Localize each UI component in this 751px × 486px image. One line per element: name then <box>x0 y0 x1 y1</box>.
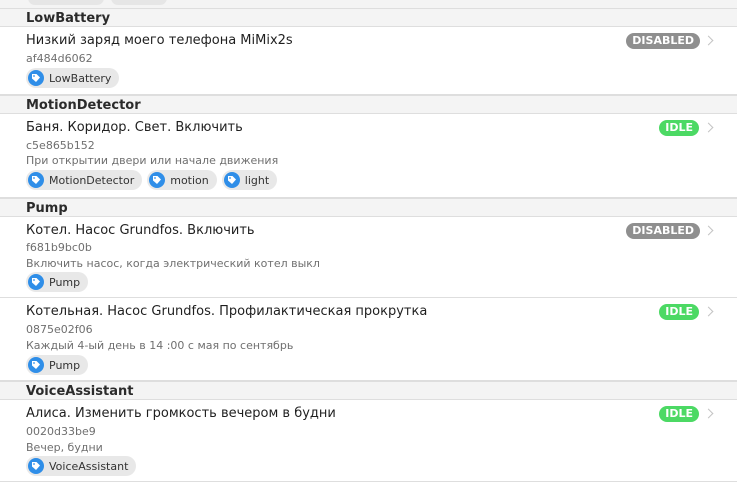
tag-list: LowBattery <box>26 68 120 88</box>
chevron-right-icon <box>703 408 714 419</box>
automation-item[interactable]: Алиса. Изменить громкость вечером в будн… <box>0 400 737 482</box>
item-id: af484d6062 <box>26 52 93 65</box>
tag-label: Pump <box>49 275 81 289</box>
tag-label: VoiceAssistant <box>49 459 129 473</box>
chevron-right-icon <box>703 306 714 317</box>
tag-list: VoiceAssistant <box>26 456 137 476</box>
group-header-pump: Pump <box>0 198 737 217</box>
status-badge: DISABLED <box>626 223 700 239</box>
tag-chip-partial[interactable] <box>111 0 167 5</box>
item-id: 0875e02f06 <box>26 323 93 336</box>
automation-item[interactable]: Котельная. Насос Grundfos. Профилактичес… <box>0 298 737 381</box>
item-id: c5e865b152 <box>26 139 95 152</box>
automation-item[interactable]: Баня. Коридор. Свет. Включить c5e865b152… <box>0 114 737 198</box>
tag-icon <box>223 172 240 188</box>
status-badge: IDLE <box>659 120 699 136</box>
tag-chip[interactable]: VoiceAssistant <box>26 456 137 476</box>
tag-label: MotionDetector <box>49 173 135 187</box>
tag-chip[interactable]: LowBattery <box>26 68 120 88</box>
item-id: 0020d33be9 <box>26 425 96 438</box>
tag-icon <box>28 458 44 474</box>
tag-chip[interactable]: Pump <box>26 272 89 292</box>
tag-chip[interactable]: Pump <box>26 355 89 375</box>
group-header-voiceassistant: VoiceAssistant <box>0 381 737 400</box>
chevron-right-icon <box>703 122 714 133</box>
tag-icon <box>28 274 44 290</box>
item-description: При открытии двери или начале движения <box>26 154 279 167</box>
tag-chip[interactable]: light <box>221 170 278 190</box>
chevron-right-icon <box>703 35 714 46</box>
item-description: Каждый 4-ый день в 14 :00 с мая по сентя… <box>26 339 294 352</box>
tag-list: Pump <box>26 355 89 375</box>
tag-label: LowBattery <box>49 71 112 85</box>
chevron-right-icon <box>703 225 714 236</box>
tag-label: Pump <box>49 358 81 372</box>
tag-chip[interactable]: MotionDetector <box>26 170 143 190</box>
item-title: Низкий заряд моего телефона MiMix2s <box>26 33 293 48</box>
item-title: Баня. Коридор. Свет. Включить <box>26 120 243 135</box>
item-id: f681b9bc0b <box>26 241 92 254</box>
tag-label: motion <box>170 173 209 187</box>
tag-chip-partial[interactable] <box>28 0 104 5</box>
item-description: Включить насос, когда электрический коте… <box>26 257 320 270</box>
status-badge: IDLE <box>659 304 699 320</box>
item-title: Алиса. Изменить громкость вечером в будн… <box>26 406 336 421</box>
tag-list: Pump <box>26 272 89 292</box>
tag-icon <box>28 172 44 188</box>
status-badge: DISABLED <box>626 33 700 49</box>
automation-item[interactable]: Котел. Насос Grundfos. Включить f681b9bc… <box>0 217 737 298</box>
tag-chip[interactable]: motion <box>147 170 217 190</box>
item-title: Котел. Насос Grundfos. Включить <box>26 223 255 238</box>
automation-item[interactable]: Низкий заряд моего телефона MiMix2s af48… <box>0 27 737 95</box>
scrollbar-track[interactable] <box>737 0 751 486</box>
status-badge: IDLE <box>659 406 699 422</box>
tag-icon <box>28 357 44 373</box>
item-description: Вечер, будни <box>26 441 103 454</box>
tag-icon <box>149 172 166 188</box>
group-header-motiondetector: MotionDetector <box>0 95 737 114</box>
automation-list: LowBattery Низкий заряд моего телефона M… <box>0 0 751 486</box>
tag-label: light <box>244 173 270 187</box>
tag-icon <box>28 70 44 86</box>
tag-list: MotionDetector motion light <box>26 170 278 190</box>
item-title: Котельная. Насос Grundfos. Профилактичес… <box>26 304 428 319</box>
group-header-lowbattery: LowBattery <box>0 8 737 27</box>
